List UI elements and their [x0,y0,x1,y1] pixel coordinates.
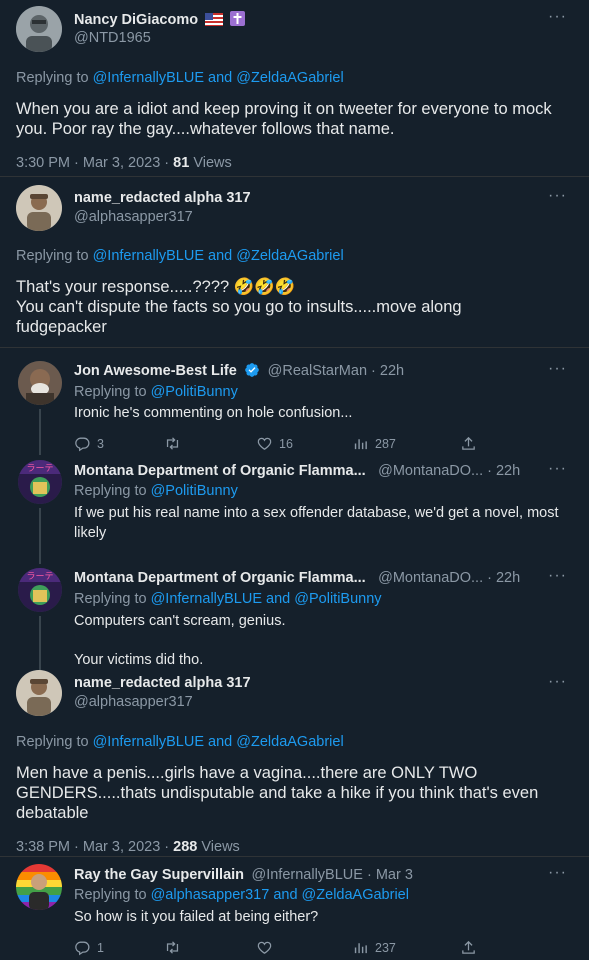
tweet-actions: 3 16 287 [74,435,494,452]
retweet-icon [166,437,179,450]
more-options-icon[interactable]: ··· [548,188,567,204]
cross-icon [230,11,246,30]
share-icon [462,436,475,450]
heart-icon [257,437,272,450]
like-button[interactable] [256,939,352,956]
replying-to-link[interactable]: @alphasapper317 and @ZeldaAGabriel [151,887,409,903]
more-options-icon[interactable]: ··· [548,9,567,25]
reply-button[interactable]: 1 [74,939,164,956]
avatar-alpha[interactable] [16,670,62,716]
replying-to-link[interactable]: @PolitiBunny [151,384,238,400]
avatar-jon[interactable] [18,361,62,405]
svg-text:ラーテ: ラーテ [26,571,53,582]
replying-to: Replying to @PolitiBunny [74,384,238,400]
thread-line [39,616,41,670]
views-button[interactable]: 287 [352,435,460,452]
avatar-nancy[interactable] [16,6,62,52]
tweet-timestamp[interactable]: 3:38 PM · Mar 3, 2023 · 288 Views [16,839,240,855]
replying-to-link[interactable]: @InfernallyBLUE and @ZeldaAGabriel [93,70,344,86]
author-handle[interactable]: @MontanaDO... · 22h [378,463,520,479]
replying-to-link[interactable]: @InfernallyBLUE and @PolitiBunny [151,591,382,607]
more-options-icon[interactable]: ··· [548,865,567,881]
replying-to: Replying to @InfernallyBLUE and @ZeldaAG… [16,70,344,86]
retweet-button[interactable] [164,435,256,452]
divider [0,347,589,348]
share-button[interactable] [460,435,477,452]
more-options-icon[interactable]: ··· [548,674,567,690]
avatar-montana[interactable]: ラーテ [18,460,62,504]
author-name[interactable]: Montana Department of Organic Flamma... [74,463,366,479]
tweet-header: Montana Department of Organic Flamma... … [74,462,520,480]
author-name[interactable]: Montana Department of Organic Flamma... [74,570,366,586]
share-button[interactable] [460,939,477,956]
replying-to: Replying to @InfernallyBLUE and @ZeldaAG… [16,734,344,750]
replying-to: Replying to @InfernallyBLUE and @ZeldaAG… [16,248,344,264]
author-handle[interactable]: @InfernallyBLUE · Mar 3 [252,867,413,883]
share-icon [462,940,475,954]
replying-to: Replying to @InfernallyBLUE and @PolitiB… [74,591,382,607]
tweet-text-line1: Computers can't scream, genius. [74,613,286,629]
tweet-text-line2: Your victims did tho. [74,652,204,668]
us-flag-icon [205,13,224,30]
tweet-header: Ray the Gay Supervillain @InfernallyBLUE… [74,866,413,884]
heart-icon [257,941,272,954]
more-options-icon[interactable]: ··· [548,361,567,377]
replying-to-link[interactable]: @InfernallyBLUE and @ZeldaAGabriel [93,248,344,264]
author-name[interactable]: name_redacted alpha 317 [74,675,251,691]
author-handle[interactable]: @NTD1965 [74,30,151,46]
tweet-text: If we put his real name into a sex offen… [74,505,559,541]
analytics-icon [354,943,367,954]
svg-text:ラーテ: ラーテ [26,463,53,474]
retweet-icon [166,941,179,954]
author-handle[interactable]: @alphasapper317 [74,209,193,225]
avatar-montana[interactable]: ラーテ [18,568,62,612]
more-options-icon[interactable]: ··· [548,461,567,477]
tweet-text: Men have a penis....girls have a vagina.… [16,764,539,822]
author-name[interactable]: name_redacted alpha 317 [74,190,251,206]
tweet-actions: 1 237 [74,939,494,956]
author-handle[interactable]: @RealStarMan · 22h [268,363,404,379]
retweet-button[interactable] [164,939,256,956]
author-handle[interactable]: @alphasapper317 [74,694,193,710]
avatar-alpha[interactable] [16,185,62,231]
tweet-text-line2: You can't dispute the facts so you go to… [16,298,462,336]
like-button[interactable]: 16 [256,435,352,452]
tweet-text: When you are a idiot and keep proving it… [16,100,552,138]
tweet-text: So how is it you failed at being either? [74,909,319,925]
thread-line [39,508,41,564]
thread-line [39,409,41,455]
replying-to: Replying to @PolitiBunny [74,483,238,499]
author-name[interactable]: Nancy DiGiacomo [74,11,246,30]
reply-icon [75,941,90,956]
tweet-timestamp[interactable]: 3:30 PM · Mar 3, 2023 · 81 Views [16,155,232,171]
reply-icon [75,437,90,452]
views-button[interactable]: 237 [352,939,460,956]
verified-badge-icon [244,362,260,378]
divider [0,856,589,857]
author-handle[interactable]: @MontanaDO... · 22h [378,570,520,586]
author-name[interactable]: Ray the Gay Supervillain [74,867,244,883]
tweet-text-line1: That's your response.....???? 🤣🤣🤣 [16,278,296,296]
tweet-header: Montana Department of Organic Flamma... … [74,569,520,587]
tweet-text: Ironic he's commenting on hole confusion… [74,405,353,421]
divider [0,176,589,177]
replying-to: Replying to @alphasapper317 and @ZeldaAG… [74,887,409,903]
avatar-ray[interactable] [16,864,62,910]
analytics-icon [354,439,367,450]
author-name[interactable]: Jon Awesome-Best Life [74,363,237,379]
reply-button[interactable]: 3 [74,435,164,452]
replying-to-link[interactable]: @InfernallyBLUE and @ZeldaAGabriel [93,734,344,750]
replying-to-link[interactable]: @PolitiBunny [151,483,238,499]
tweet-header: Jon Awesome-Best Life @RealStarMan · 22h [74,362,404,380]
more-options-icon[interactable]: ··· [548,568,567,584]
